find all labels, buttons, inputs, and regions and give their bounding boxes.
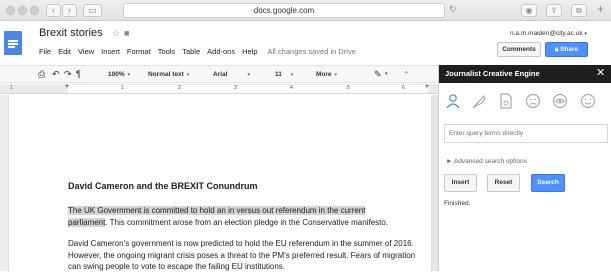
- indent-marker-icon[interactable]: ▼: [64, 84, 70, 90]
- docs-logo-icon[interactable]: [4, 31, 22, 55]
- menu-file[interactable]: File: [39, 47, 51, 56]
- document-title[interactable]: Brexit stories: [39, 27, 103, 39]
- downloads-button[interactable]: ◉: [521, 4, 537, 17]
- document-heading[interactable]: David Cameron and the BREXIT Conundrum: [68, 181, 258, 191]
- eye-icon[interactable]: [552, 93, 568, 109]
- lock-icon: 🔒︎: [554, 46, 559, 53]
- menu-edit[interactable]: Edit: [58, 47, 71, 56]
- folder-icon[interactable]: ■: [124, 28, 129, 38]
- share-page-button[interactable]: ⇪: [546, 4, 562, 17]
- paint-format-icon[interactable]: ¶: [76, 66, 81, 83]
- print-icon[interactable]: ⎙: [38, 66, 45, 83]
- menu-bar: File Edit View Insert Format Tools Table…: [39, 47, 356, 56]
- status-text: Finished.: [444, 200, 471, 207]
- sidebar-toggle-button[interactable]: ▭: [83, 4, 102, 17]
- back-button[interactable]: ‹: [46, 4, 61, 17]
- url-text: docs.google.com: [253, 6, 315, 15]
- chevron-right-icon: ›: [68, 5, 71, 15]
- formatting-toolbar: ⎙ ↶ ↷ ¶ 100% ▾ Normal text ▾ Arial ▾ 11 ▾ Mo…: [0, 65, 438, 83]
- window-zoom-dot[interactable]: [30, 6, 39, 15]
- menu-table[interactable]: Table: [182, 47, 200, 56]
- collapse-icon[interactable]: ⌃: [403, 66, 410, 83]
- document-paragraph-1[interactable]: The UK Government is committed to hold a…: [68, 205, 428, 228]
- right-indent-marker-icon[interactable]: ▼: [424, 84, 430, 90]
- insert-button[interactable]: Insert: [444, 174, 477, 192]
- font-select[interactable]: Arial ▾: [213, 66, 263, 83]
- ruler-number: 5: [347, 85, 350, 91]
- undo-icon[interactable]: ↶: [52, 66, 60, 83]
- ruler-number: 1: [121, 85, 124, 91]
- tabs-icon: ⧉: [576, 6, 582, 15]
- sidebar-title: Journalist Creative Engine: [445, 69, 540, 78]
- tabs-overview-button[interactable]: ⧉: [571, 4, 587, 17]
- close-icon[interactable]: ✕: [596, 66, 605, 81]
- download-icon: ◉: [525, 6, 533, 15]
- feather-icon[interactable]: [471, 93, 487, 109]
- ruler-number: 2: [178, 85, 181, 91]
- query-input[interactable]: [444, 124, 608, 143]
- caret-down-icon[interactable]: ▾: [385, 66, 388, 83]
- advanced-search-toggle[interactable]: ► Advanced search options: [446, 158, 527, 165]
- share-button[interactable]: 🔒︎ Share: [545, 42, 588, 57]
- search-button[interactable]: Search: [531, 174, 565, 192]
- happy-face-icon[interactable]: [580, 93, 596, 109]
- ruler-number: 1: [10, 85, 13, 91]
- chevron-left-icon: ‹: [52, 5, 55, 15]
- more-menu[interactable]: More ▾: [316, 66, 337, 83]
- save-status[interactable]: All changes saved in Drive: [268, 47, 356, 56]
- redo-icon[interactable]: ↷: [64, 66, 72, 83]
- highlighted-text[interactable]: The UK Government is committed to hold a…: [68, 206, 366, 215]
- document-icon[interactable]: [498, 93, 514, 109]
- style-select[interactable]: Normal text ▾: [148, 66, 189, 83]
- browser-toolbar: ‹ › ▭ docs.google.com ↻ ◉ ⇪ ⧉ +: [0, 0, 611, 21]
- menu-format[interactable]: Format: [127, 47, 151, 56]
- ruler-number: 4: [290, 85, 293, 91]
- person-icon[interactable]: [445, 93, 461, 109]
- ruler-number: 6: [402, 85, 405, 91]
- reload-icon[interactable]: ↻: [449, 4, 457, 15]
- menu-view[interactable]: View: [78, 47, 94, 56]
- sad-face-icon[interactable]: [525, 93, 541, 109]
- share-icon: ⇪: [550, 6, 558, 15]
- reset-button[interactable]: Reset: [487, 174, 520, 192]
- forward-button[interactable]: ›: [62, 4, 77, 17]
- font-size-select[interactable]: 11 ▾: [275, 66, 305, 83]
- address-bar[interactable]: docs.google.com: [123, 3, 445, 18]
- sidebar-icon: ▭: [88, 5, 97, 15]
- document-paragraph-2[interactable]: David Cameron’s government is now predic…: [68, 238, 428, 273]
- account-email[interactable]: n.a.m.maiden@city.ac.uk ▾: [510, 30, 587, 37]
- menu-tools[interactable]: Tools: [158, 47, 176, 56]
- menu-add-ons[interactable]: Add-ons: [207, 47, 235, 56]
- menu-insert[interactable]: Insert: [101, 47, 120, 56]
- window-close-dot[interactable]: [6, 6, 15, 15]
- pen-icon[interactable]: ✎: [374, 66, 382, 83]
- star-icon[interactable]: ☆: [112, 28, 120, 39]
- highlighted-text[interactable]: parliament: [68, 217, 106, 227]
- ruler-number: 3: [234, 85, 237, 91]
- comments-button[interactable]: Comments: [497, 42, 541, 57]
- menu-help[interactable]: Help: [242, 47, 257, 56]
- new-tab-icon[interactable]: +: [597, 2, 604, 16]
- window-minimize-dot[interactable]: [18, 6, 27, 15]
- zoom-select[interactable]: 100% ▾: [108, 66, 130, 83]
